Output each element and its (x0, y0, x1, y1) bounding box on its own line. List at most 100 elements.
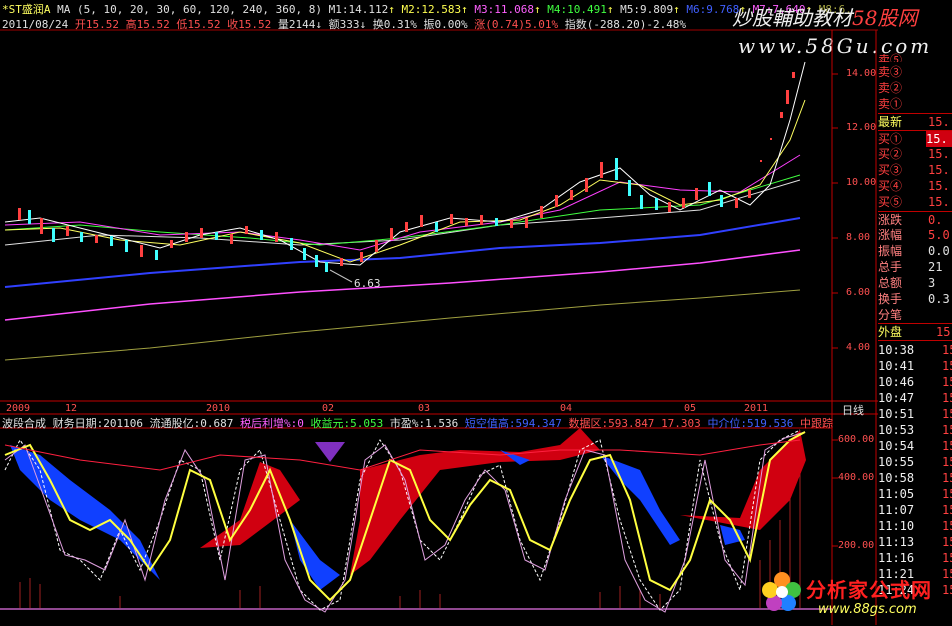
indicator-net-profit: 税后利增%:0 (239, 417, 304, 430)
tick-value: 15 (942, 551, 952, 565)
stat-turnover: 换手 0.3 (878, 291, 952, 307)
indicator-eps: 收益元:5.053 (310, 417, 384, 430)
indicator-info-bar: 波段合成 财务日期:201106 流通股亿:0.687 税后利增%:0 收益元:… (2, 415, 833, 431)
tick-value: 15 (942, 407, 952, 421)
main-chart-frame (0, 29, 878, 625)
indicator-red-band (200, 428, 806, 575)
date-tick-2011: 2011 (744, 403, 769, 414)
order-label: 买① (878, 132, 903, 146)
indicator-long-short: 短空值高:594.347 (464, 417, 562, 430)
indicator-axis-200: 200.00 (838, 540, 875, 551)
tick-time: 10:53 (878, 423, 915, 437)
stat-value: 5.0 (928, 228, 950, 242)
order-value: 15. (928, 115, 950, 129)
tick-time: 11:13 (878, 535, 915, 549)
stat-total-volume: 总手 21 (878, 259, 952, 275)
order-label: 买② (878, 147, 903, 161)
tick-row: 11:13 15 (878, 534, 952, 550)
order-value: 15. (926, 131, 952, 147)
price-axis-14: 14.00 (846, 68, 877, 79)
stat-tick-count[interactable]: 分笔 (878, 307, 952, 323)
indicator-mid: 中介位:519.536 (707, 417, 794, 430)
indicator-name[interactable]: 波段合成 (2, 417, 46, 430)
tick-value: 15 (942, 391, 952, 405)
tick-value: 15 (942, 471, 952, 485)
low-price-annotation: 6.63 (354, 277, 381, 290)
stat-change-pct: 涨幅 5.0 (878, 227, 952, 243)
indicator-axis-600: 600.00 (838, 434, 875, 445)
indicator-mid-follow: 中跟踪 (800, 417, 834, 430)
indicator-report-date: 财务日期:201106 (52, 417, 143, 430)
ma-line-m1 (4, 61, 806, 266)
indicator-axis-400: 400.00 (838, 472, 875, 483)
date-tick-05: 05 (684, 403, 697, 414)
order-buy-4: 买④ 15. (878, 178, 952, 194)
tick-row: 10:47 15 (878, 390, 952, 406)
stat-change: 涨跌 0. (878, 211, 952, 228)
date-tick-2010: 2010 (206, 403, 231, 414)
order-label: 买⑤ (878, 195, 903, 209)
order-label: 卖① (878, 97, 903, 111)
order-value: 15. (928, 195, 950, 209)
tick-time: 10:51 (878, 407, 915, 421)
order-sell-2: 卖② (878, 80, 952, 96)
stat-value: 0. (928, 213, 943, 227)
tick-value: 15 (942, 439, 952, 453)
stat-total-amount: 总额 3 (878, 275, 952, 291)
tick-time: 11:07 (878, 503, 915, 517)
tick-row: 10:58 15 (878, 470, 952, 486)
tick-row: 11:07 15 (878, 502, 952, 518)
tick-row: 10:38 15 (878, 342, 952, 358)
ma-line-m6 (4, 217, 801, 288)
tick-value: 15 (942, 567, 952, 581)
indicator-white-line (4, 429, 801, 611)
order-buy-5: 买⑤ 15. (878, 194, 952, 210)
order-label: 卖③ (878, 65, 903, 79)
tick-row: 10:51 15 (878, 406, 952, 422)
tick-value: 15 (942, 359, 952, 373)
date-tick-04: 04 (560, 403, 573, 414)
order-buy-3: 买③ 15. (878, 162, 952, 178)
order-label: 卖② (878, 81, 903, 95)
date-tick-12: 12 (65, 403, 78, 414)
indicator-yellow-line (4, 431, 806, 602)
tick-time: 10:46 (878, 375, 915, 389)
date-tick-2009: 2009 (6, 403, 31, 414)
tick-time: 10:41 (878, 359, 915, 373)
price-axis-8: 8.00 (846, 232, 871, 243)
tick-value: 15 (942, 343, 952, 357)
tick-time: 11:16 (878, 551, 915, 565)
order-value: 15. (928, 179, 950, 193)
date-tick-03: 03 (418, 403, 431, 414)
tick-value: 15 (942, 503, 952, 517)
stat-label: 换手 (878, 292, 903, 306)
stat-label: 外盘 (878, 325, 903, 339)
order-buy-2: 买② 15. (878, 146, 952, 162)
stat-outer-volume: 外盘 15 (878, 323, 952, 340)
tick-value: 15 (942, 583, 952, 597)
tick-value: 15 (942, 535, 952, 549)
ma-line-m8 (4, 289, 801, 361)
tick-time: 11:10 (878, 519, 915, 533)
date-tick-02: 02 (322, 403, 335, 414)
tick-row: 10:54 15 (878, 438, 952, 454)
indicator-zone: 数据区:593.847 (568, 417, 655, 430)
order-sell-1: 卖① (878, 96, 952, 112)
order-buy-1: 买① 15. (878, 130, 952, 147)
ma-line-m7 (4, 249, 801, 321)
tick-row: 10:55 15 (878, 454, 952, 470)
tick-row: 11:05 15 (878, 486, 952, 502)
stat-value: 0.0 (928, 244, 950, 258)
period-label[interactable]: 日线 (842, 402, 864, 418)
stat-value: 21 (928, 260, 943, 274)
tick-row: 11:10 15 (878, 518, 952, 534)
stat-value: 3 (928, 276, 936, 290)
tick-row: 11:16 15 (878, 550, 952, 566)
stat-amplitude: 振幅 0.0 (878, 243, 952, 259)
stat-label: 振幅 (878, 244, 903, 258)
stat-value: 15 (936, 325, 951, 339)
tick-time: 10:47 (878, 391, 915, 405)
indicator-v1: 17.303 (661, 417, 701, 430)
order-sell-5: 卖⑤ (878, 52, 952, 62)
tick-time: 11:05 (878, 487, 915, 501)
